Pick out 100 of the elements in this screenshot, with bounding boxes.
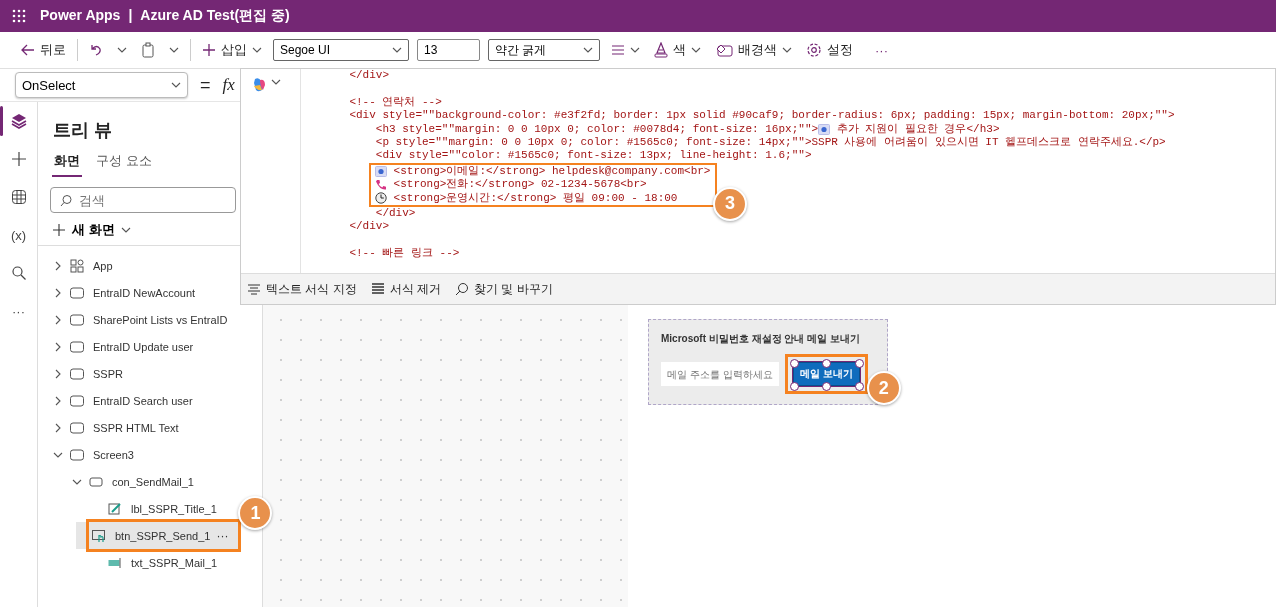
clock-icon — [375, 192, 387, 205]
tree-item[interactable]: txt_SSPR_Mail_1 — [76, 549, 238, 576]
copilot-icon[interactable] — [251, 77, 267, 93]
find-replace-button[interactable]: 찾기 및 바꾸기 — [455, 280, 553, 298]
search-icon — [60, 194, 73, 207]
tree-item-label[interactable]: EntraID Search user — [93, 394, 193, 407]
code-text: <strong>전화:</strong> 02-1234-5678<br> — [392, 178, 647, 192]
tab[interactable]: 화면 — [52, 150, 82, 177]
align-icon — [611, 44, 625, 56]
callout-badge: 1 — [238, 496, 273, 530]
variables-button[interactable]: (x) — [0, 220, 38, 250]
tree-item[interactable]: Screen3 — [38, 441, 238, 468]
tab[interactable]: 구성 요소 — [94, 150, 154, 177]
clipboard-icon — [141, 42, 155, 58]
app-name: Power Apps — [40, 7, 121, 25]
tree-item-label[interactable]: txt_SSPR_Mail_1 — [131, 556, 218, 569]
tree-item[interactable]: EntraID Update user — [38, 333, 238, 360]
tree-item-label[interactable]: EntraID Update user — [93, 340, 194, 353]
search-field[interactable]: 검색 — [50, 187, 236, 213]
screen-icon — [69, 338, 85, 355]
chevron-down-icon — [583, 45, 593, 55]
tree-item[interactable]: SharePoint Lists vs EntraID — [38, 306, 238, 333]
app-icon — [69, 257, 85, 274]
resize-handle[interactable] — [789, 381, 799, 391]
callout-badge: 3 — [713, 186, 747, 221]
text-format-icon — [247, 283, 261, 295]
back-button[interactable]: 뒤로 — [18, 39, 69, 61]
chevron-right-icon[interactable] — [53, 395, 63, 406]
more-button[interactable]: ··· — [872, 40, 891, 60]
new-screen-button[interactable]: 새 화면 — [52, 221, 131, 239]
insert-button[interactable]: 삽입 — [199, 39, 265, 61]
tree-item-label[interactable]: SharePoint Lists vs EntraID — [93, 313, 228, 326]
app-launcher-icon[interactable] — [12, 9, 26, 23]
badge-icon — [818, 123, 831, 135]
plus-icon — [52, 223, 66, 237]
tree-item-label[interactable]: btn_SSPR_Send_1 — [115, 529, 211, 542]
fill-button[interactable]: 배경색 — [712, 39, 795, 61]
tree-item-label[interactable]: SSPR — [93, 367, 123, 380]
code-text: <div style=""color: #1565c0; font-size: 13px; line-height: 1.6;""> — [374, 149, 812, 163]
chevron-down-icon — [691, 45, 701, 55]
callout-badge: 2 — [866, 371, 901, 405]
tree-item[interactable]: App — [38, 252, 238, 279]
resize-handle[interactable] — [789, 358, 799, 368]
resize-handle[interactable] — [822, 381, 832, 391]
code-text: <strong>이메일:</strong> helpdesk@company.com<br> — [392, 164, 711, 178]
send-mail-button[interactable]: 메일 보내기 — [793, 362, 860, 386]
screen-icon — [69, 284, 85, 301]
phone-icon — [375, 178, 387, 191]
code-text: <h3 style=""margin: 0 0 10px 0; color: #0078d4; font-size: 16px;""> — [374, 122, 819, 136]
chevron-down-icon — [169, 45, 179, 55]
tree-item[interactable]: lbl_SSPR_Title_1 — [76, 495, 238, 522]
chevron-right-icon[interactable] — [53, 422, 63, 433]
more-button[interactable]: ··· — [0, 296, 38, 326]
tree-item-label[interactable]: lbl_SSPR_Title_1 — [131, 502, 217, 515]
tree-item[interactable]: SSPR HTML Text — [38, 414, 238, 441]
tree-item-label[interactable]: con_SendMail_1 — [112, 475, 194, 488]
tree-item[interactable]: EntraID Search user — [38, 387, 238, 414]
email-input-field[interactable]: 메일 주소를 입력하세요 — [661, 362, 779, 386]
code-text: <p style=""margin: 0 0 10px 0; color: #1565c0; font-size: 14px;"">SSPR 사용에 어려움이 있으시면 IT 헬프데스크로 연락주세요.</p> — [374, 135, 1166, 150]
resize-handle[interactable] — [855, 381, 865, 391]
tree-item-label[interactable]: EntraID NewAccount — [93, 286, 196, 299]
screen-icon — [69, 419, 85, 436]
tree-item-label[interactable]: App — [93, 259, 113, 272]
chevron-right-icon[interactable] — [53, 287, 63, 298]
document-title: Azure AD Test(편집 중) — [140, 7, 290, 25]
chevron-down-icon — [117, 45, 127, 55]
chevron-right-icon[interactable] — [53, 341, 63, 352]
format-text-button[interactable]: 텍스트 서식 지정 — [247, 280, 357, 298]
color-button[interactable]: 색 — [651, 39, 704, 61]
paint-icon — [654, 42, 668, 58]
chevron-down-icon — [252, 45, 262, 55]
property-dropdown[interactable]: OnSelect — [15, 72, 188, 98]
code-text: <div style=""background-color: #e3f2fd; border: 1px solid #90caf9; border-radius: 6px; padding: 15px; margin-bottom: 20px;""> — [348, 109, 1175, 123]
chevron-right-icon[interactable] — [53, 260, 63, 271]
chevron-down-icon — [171, 80, 181, 90]
tree-item[interactable]: SSPR — [38, 360, 238, 387]
font-dropdown[interactable]: Segoe UI — [273, 39, 409, 61]
fx-label: fx — [222, 75, 235, 95]
tree-item-label[interactable]: Screen3 — [93, 448, 134, 461]
title-separator: | — [128, 7, 133, 25]
more-button[interactable]: ··· — [210, 527, 235, 544]
chevron-right-icon[interactable] — [53, 368, 63, 379]
back-arrow-icon — [21, 44, 35, 56]
font-size-field[interactable]: 13 — [417, 39, 480, 61]
resize-handle[interactable] — [822, 358, 832, 368]
tree-item[interactable]: EntraID NewAccount — [38, 279, 238, 306]
chevron-right-icon[interactable] — [53, 314, 63, 325]
font-weight-dropdown[interactable]: 약간 굵게 — [488, 39, 600, 61]
resize-handle[interactable] — [855, 358, 865, 368]
tree-item-label[interactable]: SSPR HTML Text — [93, 421, 179, 434]
code-text: <strong>운영시간:</strong> 평일 09:00 - 18:00 — [392, 191, 678, 205]
tree-item[interactable]: con_SendMail_1 — [57, 468, 238, 495]
clear-format-button[interactable]: 서식 제거 — [370, 280, 441, 298]
settings-icon — [806, 42, 822, 58]
chevron-down-icon — [120, 225, 131, 235]
settings-button[interactable]: 설정 — [803, 39, 856, 61]
plus-icon — [202, 43, 216, 57]
chevron-down-icon — [392, 45, 402, 55]
label-icon — [107, 500, 123, 517]
formula-editor[interactable] — [240, 68, 1276, 305]
